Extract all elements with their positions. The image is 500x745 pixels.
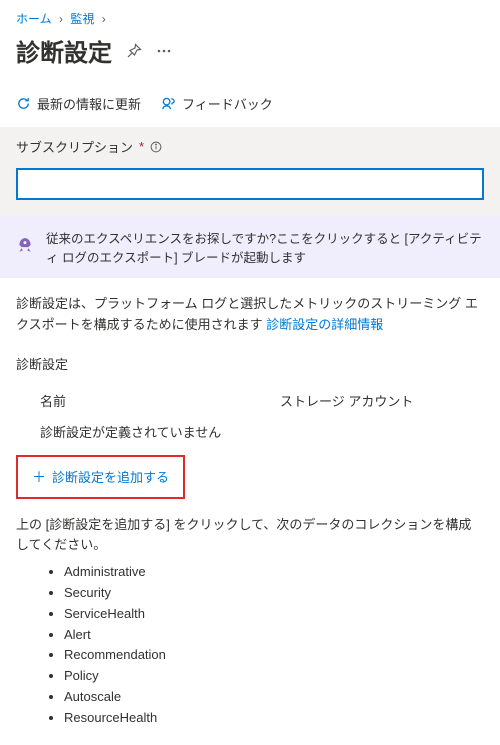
chevron-right-icon: › xyxy=(102,12,106,26)
page-title: 診断設定 xyxy=(16,33,112,68)
required-mark: * xyxy=(139,139,144,154)
list-item: Alert xyxy=(64,625,484,646)
main-content: 診断設定は、プラットフォーム ログと選択したメトリックのストリーミング エクスポ… xyxy=(0,278,500,745)
table-header: 名前 ストレージ アカウント xyxy=(16,385,484,420)
feedback-label: フィードバック xyxy=(182,94,273,113)
diag-heading: 診断設定 xyxy=(16,354,484,373)
list-item: ResourceHealth xyxy=(64,708,484,729)
subscription-section: サブスクリプション * xyxy=(0,127,500,162)
title-row: 診断設定 xyxy=(0,33,500,84)
add-diagnostic-setting-label: 診断設定を追加する xyxy=(52,467,169,486)
subscription-input[interactable] xyxy=(16,168,484,200)
instruction-text: 上の [診断設定を追加する] をクリックして、次のデータのコレクションを構成して… xyxy=(16,515,484,557)
feedback-button[interactable]: フィードバック xyxy=(161,94,273,113)
list-item: Security xyxy=(64,583,484,604)
notice-text: 従来のエクスペリエンスをお探しですか?ここをクリックすると [アクティビティ ロ… xyxy=(46,228,484,266)
learn-more-link[interactable]: 診断設定の詳細情報 xyxy=(266,317,383,332)
list-item: Administrative xyxy=(64,562,484,583)
empty-state: 診断設定が定義されていません xyxy=(16,420,484,455)
refresh-label: 最新の情報に更新 xyxy=(37,94,141,113)
breadcrumb-monitor[interactable]: 監視 xyxy=(70,12,94,26)
description: 診断設定は、プラットフォーム ログと選択したメトリックのストリーミング エクスポ… xyxy=(16,294,484,336)
subscription-label-text: サブスクリプション xyxy=(16,137,133,156)
subscription-label: サブスクリプション * xyxy=(16,137,162,156)
more-icon[interactable] xyxy=(156,43,172,59)
subscription-input-wrap xyxy=(0,162,500,216)
add-diagnostic-setting-button[interactable]: ＋ 診断設定を追加する xyxy=(16,455,185,499)
chevron-right-icon: › xyxy=(59,12,63,26)
refresh-button[interactable]: 最新の情報に更新 xyxy=(16,94,141,113)
category-list: AdministrativeSecurityServiceHealthAlert… xyxy=(16,562,484,728)
toolbar: 最新の情報に更新 フィードバック xyxy=(0,84,500,127)
breadcrumb-home[interactable]: ホーム xyxy=(16,12,52,26)
breadcrumb: ホーム › 監視 › xyxy=(0,0,500,33)
list-item: Autoscale xyxy=(64,687,484,708)
column-header-storage: ストレージ アカウント xyxy=(280,391,484,410)
column-header-name: 名前 xyxy=(40,391,280,410)
refresh-icon xyxy=(16,96,31,111)
pin-icon[interactable] xyxy=(126,43,142,59)
plus-icon: ＋ xyxy=(32,467,46,487)
list-item: Policy xyxy=(64,666,484,687)
list-item: Recommendation xyxy=(64,645,484,666)
list-item: ServiceHealth xyxy=(64,604,484,625)
info-icon[interactable] xyxy=(150,141,162,153)
description-text: 診断設定は、プラットフォーム ログと選択したメトリックのストリーミング エクスポ… xyxy=(16,296,478,332)
rocket-icon xyxy=(16,237,34,258)
legacy-experience-notice[interactable]: 従来のエクスペリエンスをお探しですか?ここをクリックすると [アクティビティ ロ… xyxy=(0,216,500,278)
feedback-icon xyxy=(161,96,176,111)
